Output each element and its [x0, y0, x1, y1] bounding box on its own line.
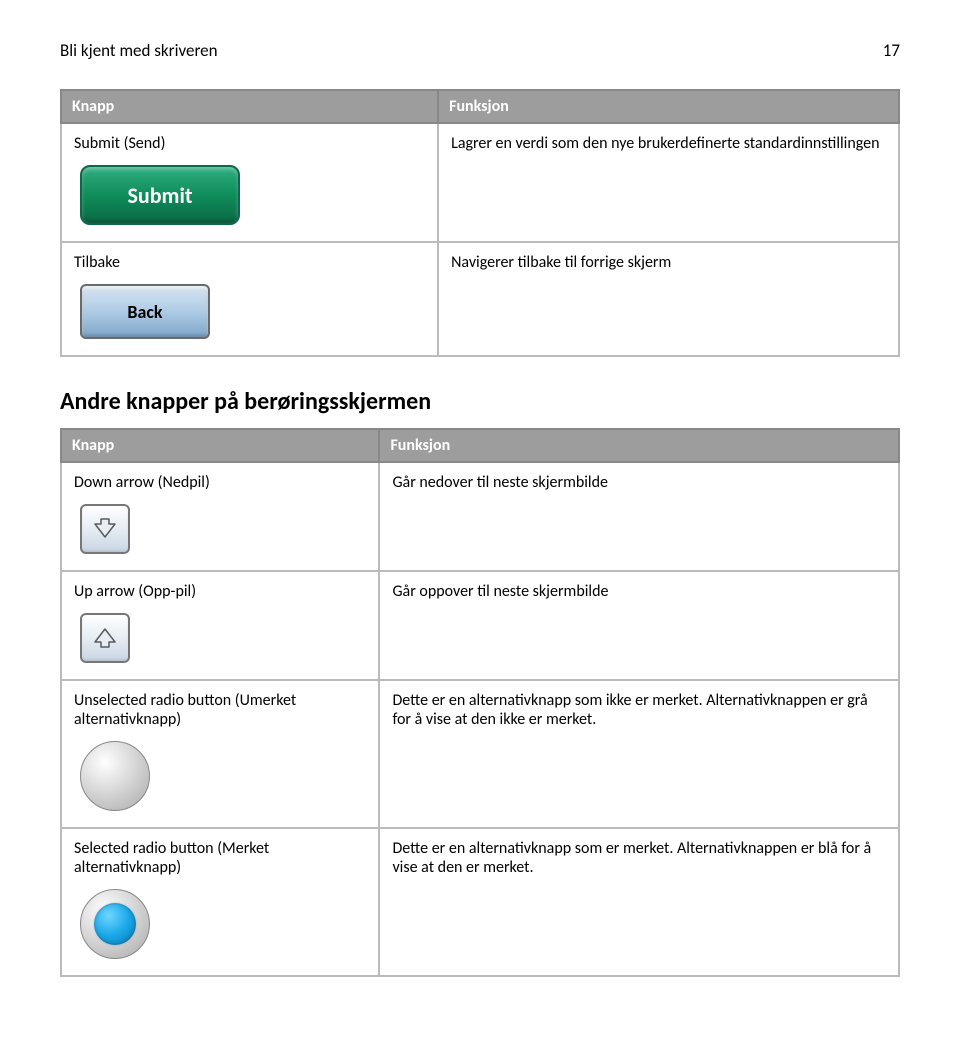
submit-button[interactable]: Submit: [80, 165, 240, 225]
row-label: Unselected radio button (Umerket alterna…: [74, 691, 366, 729]
arrow-down-icon: [92, 516, 118, 542]
table-row: Up arrow (Opp-pil) Går oppover til neste…: [61, 571, 899, 680]
row-label: Selected radio button (Merket alternativ…: [74, 839, 366, 877]
page-number: 17: [883, 40, 900, 61]
th-knapp: Knapp: [61, 429, 379, 462]
back-button[interactable]: Back: [80, 284, 210, 339]
row-label: Down arrow (Nedpil): [74, 473, 366, 492]
table-row: Down arrow (Nedpil) Går nedover til nest…: [61, 462, 899, 571]
table-row: Unselected radio button (Umerket alterna…: [61, 680, 899, 828]
table-row: Selected radio button (Merket alternativ…: [61, 828, 899, 976]
radio-selected-icon[interactable]: [80, 889, 150, 959]
table-buttons-1: Knapp Funksjon Submit (Send) Submit Lagr…: [60, 89, 900, 357]
section-heading: Andre knapper på berøringsskjermen: [60, 387, 900, 416]
row-label: Submit (Send): [74, 134, 425, 153]
row-desc: Går oppover til neste skjermbilde: [379, 571, 899, 680]
row-desc: Navigerer tilbake til forrige skjerm: [438, 242, 899, 356]
up-arrow-button[interactable]: [80, 613, 130, 663]
th-knapp: Knapp: [61, 90, 438, 123]
row-label: Up arrow (Opp-pil): [74, 582, 366, 601]
th-funksjon: Funksjon: [379, 429, 899, 462]
table-row: Submit (Send) Submit Lagrer en verdi som…: [61, 123, 899, 242]
th-funksjon: Funksjon: [438, 90, 899, 123]
page-header: Bli kjent med skriveren 17: [60, 40, 900, 61]
row-label: Tilbake: [74, 253, 425, 272]
row-desc: Lagrer en verdi som den nye brukerdefine…: [438, 123, 899, 242]
down-arrow-button[interactable]: [80, 504, 130, 554]
row-desc: Dette er en alternativknapp som ikke er …: [379, 680, 899, 828]
row-desc: Dette er en alternativknapp som er merke…: [379, 828, 899, 976]
radio-unselected-icon[interactable]: [80, 741, 150, 811]
page-title: Bli kjent med skriveren: [60, 40, 218, 61]
arrow-up-icon: [92, 625, 118, 651]
row-desc: Går nedover til neste skjermbilde: [379, 462, 899, 571]
table-row: Tilbake Back Navigerer tilbake til forri…: [61, 242, 899, 356]
table-buttons-2: Knapp Funksjon Down arrow (Nedpil) Går n…: [60, 428, 900, 977]
